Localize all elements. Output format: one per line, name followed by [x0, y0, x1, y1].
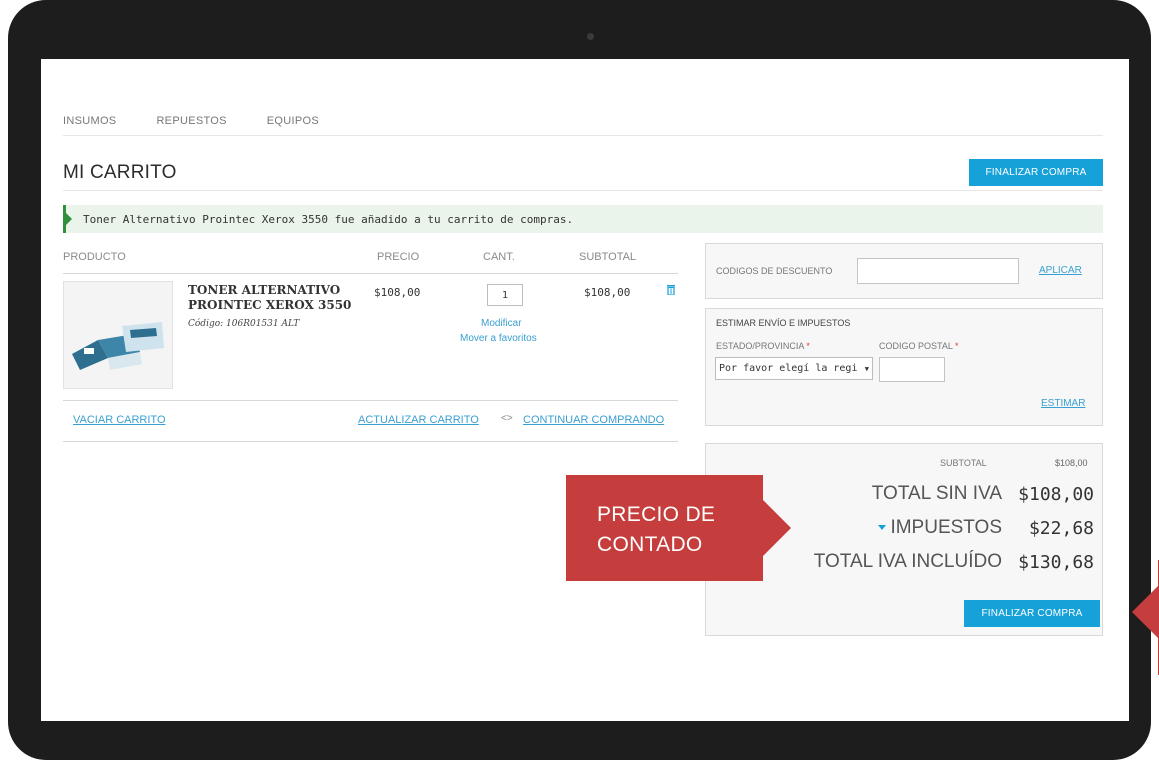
notice-arrow-icon [66, 213, 72, 225]
state-label: ESTADO/PROVINCIA * [716, 341, 810, 351]
caret-down-icon [878, 525, 887, 531]
zip-code-input[interactable] [879, 357, 945, 382]
screen: INSUMOS REPUESTOS EQUIPOS MI CARRITO FIN… [41, 59, 1129, 721]
total-gross-label: TOTAL IVA INCLUÍDO [813, 551, 1002, 572]
actions-divider [63, 441, 678, 442]
state-select-value: Por favor elegí la regi [719, 363, 858, 374]
camera-icon [587, 33, 594, 40]
empty-cart-link[interactable]: VACIAR CARRITO [73, 414, 166, 426]
checkout-button-top[interactable]: FINALIZAR COMPRA [969, 159, 1103, 186]
header-price: PRECIO [377, 251, 420, 263]
actions-separator: <> [501, 413, 513, 424]
product-name[interactable]: TONER ALTERNATIVO PROINTEC XEROX 3550 [188, 283, 368, 313]
notice-message: Toner Alternativo Prointec Xerox 3550 fu… [83, 213, 574, 226]
product-image[interactable] [63, 281, 173, 389]
select-arrow-icon: ▼ [864, 364, 869, 373]
page-title: MI CARRITO [63, 162, 177, 183]
zip-label-text: CODIGO POSTAL [879, 341, 953, 351]
subtotal-value: $108,00 [1055, 458, 1088, 468]
nav-item-repuestos[interactable]: REPUESTOS [156, 115, 226, 127]
total-net-label: TOTAL SIN IVA [871, 483, 1002, 504]
modify-link[interactable]: Modificar [481, 318, 522, 329]
success-notice: Toner Alternativo Prointec Xerox 3550 fu… [63, 205, 1103, 233]
shipping-estimate-panel: ESTIMAR ENVÍO E IMPUESTOS ESTADO/PROVINC… [705, 308, 1103, 426]
state-label-text: ESTADO/PROVINCIA [716, 341, 804, 351]
callout-line-1: PRECIO DE [597, 503, 716, 526]
product-price: $108,00 [374, 286, 421, 299]
toner-box-icon [64, 282, 172, 388]
taxes-toggle[interactable]: IMPUESTOS [878, 517, 1002, 539]
continue-shopping-link[interactable]: CONTINUAR COMPRANDO [523, 414, 664, 426]
nav-item-equipos[interactable]: EQUIPOS [267, 115, 319, 127]
quantity-input[interactable]: 1 [487, 284, 523, 306]
subtotal-label: SUBTOTAL [940, 458, 987, 468]
nav-divider [63, 135, 1103, 136]
nav-item-insumos[interactable]: INSUMOS [63, 115, 116, 127]
title-divider [63, 190, 1103, 191]
table-header-divider [63, 273, 678, 274]
top-nav: INSUMOS REPUESTOS EQUIPOS [63, 115, 319, 127]
product-code: Código: 106R01531 ALT [188, 319, 300, 329]
state-required-mark: * [806, 341, 810, 351]
move-to-favorites-link[interactable]: Mover a favoritos [460, 333, 537, 344]
header-qty: CANT. [483, 251, 515, 263]
callout-arrow-icon [763, 500, 791, 556]
update-cart-link[interactable]: ACTUALIZAR CARRITO [358, 414, 479, 426]
row-divider [63, 400, 678, 401]
zip-label: CODIGO POSTAL * [879, 341, 959, 351]
zip-required-mark: * [955, 341, 959, 351]
state-select[interactable]: Por favor elegí la regi ▼ [715, 357, 873, 380]
discount-panel: CODIGOS DE DESCUENTO APLICAR [705, 243, 1103, 299]
pointer-arrow-icon [1132, 586, 1158, 638]
product-subtotal: $108,00 [584, 286, 631, 299]
total-gross-value: $130,68 [1018, 552, 1094, 573]
shipping-title: ESTIMAR ENVÍO E IMPUESTOS [716, 318, 851, 328]
taxes-value: $22,68 [1028, 518, 1094, 539]
callout-text: PRECIO DE CONTADO [597, 500, 715, 560]
discount-code-input[interactable] [857, 258, 1019, 284]
header-subtotal: SUBTOTAL [579, 251, 637, 263]
callout-line-2: CONTADO [597, 533, 703, 556]
trash-icon[interactable] [667, 285, 675, 295]
header-product: PRODUCTO [63, 251, 126, 263]
total-net-value: $108,00 [1018, 484, 1094, 505]
estimate-link[interactable]: ESTIMAR [1041, 398, 1085, 409]
taxes-label: IMPUESTOS [890, 517, 1002, 538]
checkout-button-bottom[interactable]: FINALIZAR COMPRA [964, 600, 1100, 627]
apply-discount-link[interactable]: APLICAR [1039, 265, 1082, 276]
tablet-frame: INSUMOS REPUESTOS EQUIPOS MI CARRITO FIN… [0, 0, 1159, 760]
discount-label: CODIGOS DE DESCUENTO [716, 266, 833, 276]
